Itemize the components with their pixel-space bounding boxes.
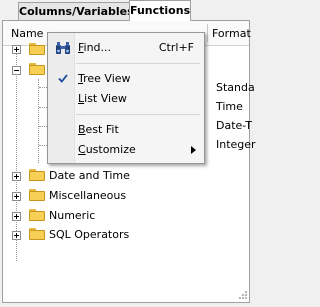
name-column-header[interactable]: Name (11, 27, 43, 40)
menu-label: ind... (83, 41, 112, 54)
menu-item-list-view[interactable]: List View (50, 89, 202, 109)
expand-toggle[interactable] (12, 45, 21, 54)
expand-toggle[interactable] (12, 231, 21, 240)
format-column-header[interactable]: Format (212, 27, 251, 40)
expand-toggle[interactable] (12, 172, 21, 181)
tab-strip: Columns/Variables Functions (0, 0, 252, 22)
tree-node-numeric[interactable]: Numeric (49, 209, 95, 222)
format-value: Date-T (216, 119, 252, 132)
shortcut-text: Ctrl+F (158, 41, 194, 54)
tree-node-date-and-time[interactable]: Date and Time (49, 169, 130, 182)
column-divider[interactable] (207, 24, 208, 42)
expand-toggle[interactable] (12, 192, 21, 201)
menu-label: ree View (83, 72, 131, 85)
binoculars-icon (56, 42, 70, 54)
menu-label: est Fit (85, 123, 119, 136)
submenu-arrow-icon (191, 146, 196, 154)
menu-item-customize[interactable]: Customize (50, 140, 202, 160)
folder-icon (29, 43, 45, 55)
resize-grip-icon[interactable] (233, 287, 249, 302)
menu-separator (76, 114, 200, 115)
folder-icon (29, 169, 45, 181)
collapse-toggle[interactable] (12, 66, 21, 75)
checkmark-icon (58, 74, 68, 83)
menu-item-best-fit[interactable]: Best Fit (50, 120, 202, 140)
folder-icon (29, 228, 45, 240)
tree-node-sql-operators[interactable]: SQL Operators (49, 228, 129, 241)
tree-line (16, 51, 17, 261)
tab-functions[interactable]: Functions (129, 0, 191, 21)
menu-separator (76, 63, 200, 64)
context-menu: Find... Ctrl+F Tree View List View Best … (47, 32, 205, 164)
format-value: Integer (216, 138, 256, 151)
tab-columns-variables[interactable]: Columns/Variables (18, 2, 134, 20)
tree-node-miscellaneous[interactable]: Miscellaneous (49, 189, 126, 202)
folder-icon (29, 209, 45, 221)
expand-toggle[interactable] (12, 212, 21, 221)
menu-label: ustomize (85, 143, 136, 156)
tree-line (38, 79, 39, 163)
accel-key: C (78, 143, 86, 156)
menu-item-tree-view[interactable]: Tree View (50, 69, 202, 89)
folder-icon (29, 189, 45, 201)
accel-key: B (78, 123, 86, 136)
format-value: Time (216, 100, 243, 113)
folder-icon (29, 63, 45, 75)
menu-item-find[interactable]: Find... Ctrl+F (50, 38, 202, 58)
format-value: Standa (216, 81, 255, 94)
menu-label: ist View (84, 92, 127, 105)
